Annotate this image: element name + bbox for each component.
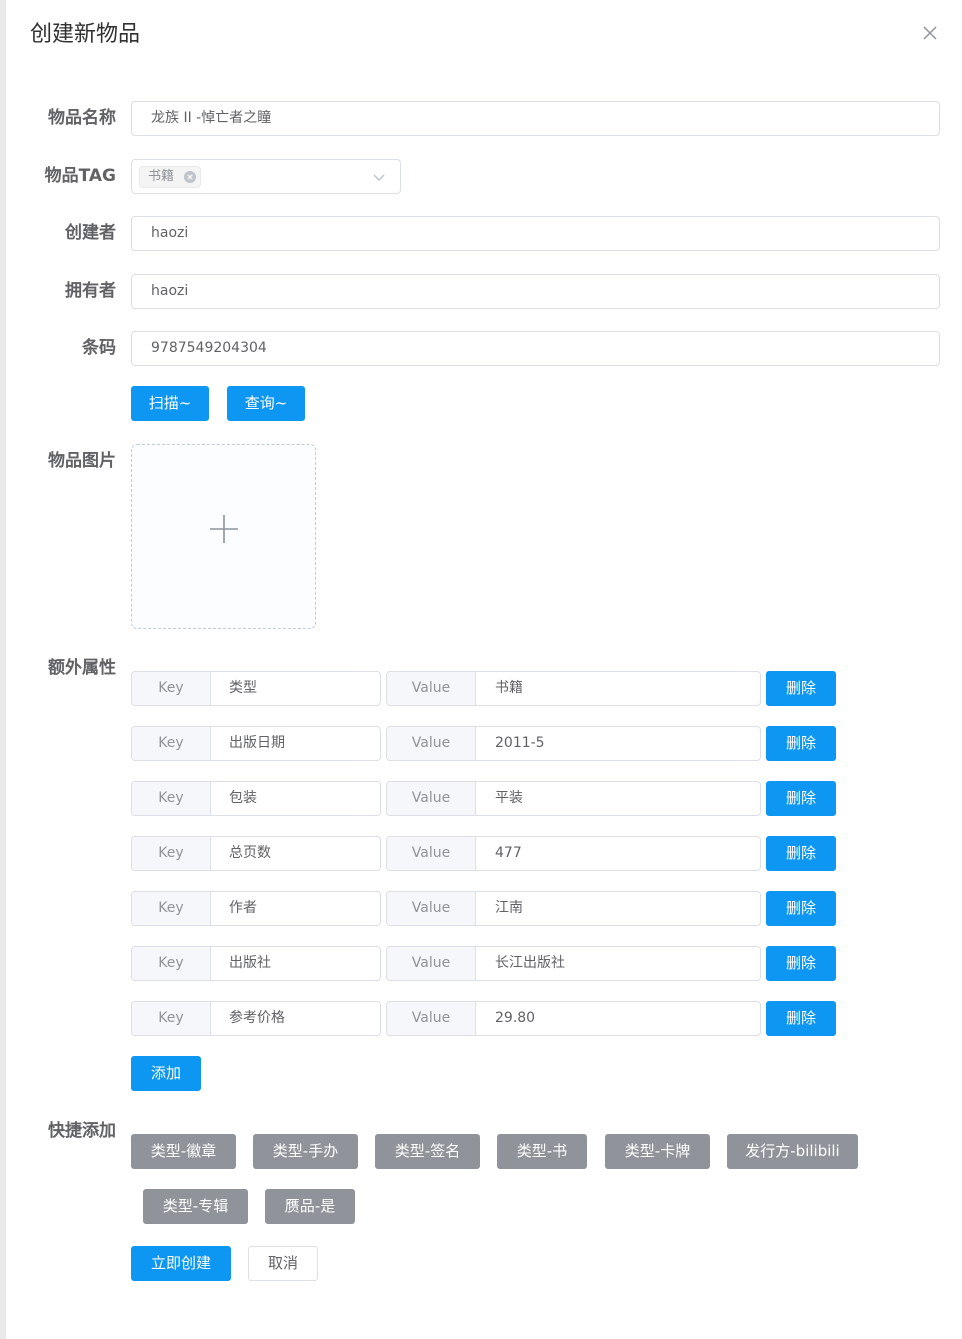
value-prefix: Value <box>387 1002 476 1035</box>
extra-value-input[interactable]: 2011-5 <box>495 727 545 760</box>
tag-chip-label: 书籍 <box>148 169 175 184</box>
extra-key-group[interactable]: Key 总页数 <box>131 836 381 871</box>
tag-select[interactable]: 书籍 <box>131 159 401 194</box>
cancel-button[interactable]: 取消 <box>248 1246 318 1281</box>
image-upload[interactable] <box>131 444 316 629</box>
value-prefix: Value <box>387 837 476 870</box>
delete-button[interactable]: 删除 <box>766 836 836 871</box>
tag-label: 物品TAG <box>44 166 116 186</box>
extra-value-input[interactable]: 江南 <box>495 892 523 925</box>
value-prefix: Value <box>387 727 476 760</box>
extra-key-input[interactable]: 作者 <box>229 892 257 925</box>
image-label: 物品图片 <box>48 451 116 471</box>
quick-add-button[interactable]: 类型-卡牌 <box>605 1134 710 1169</box>
extra-key-input[interactable]: 总页数 <box>229 837 271 870</box>
delete-button[interactable]: 删除 <box>766 946 836 981</box>
extra-key-input[interactable]: 类型 <box>229 672 257 705</box>
quick-add-button[interactable]: 发行方-bilibili <box>727 1134 858 1169</box>
key-prefix: Key <box>132 947 211 980</box>
delete-button[interactable]: 删除 <box>766 781 836 816</box>
extra-key-group[interactable]: Key 包装 <box>131 781 381 816</box>
plus-icon <box>210 515 238 543</box>
barcode-input[interactable]: 9787549204304 <box>131 331 940 366</box>
delete-button[interactable]: 删除 <box>766 891 836 926</box>
extra-key-group[interactable]: Key 出版日期 <box>131 726 381 761</box>
key-prefix: Key <box>132 672 211 705</box>
value-prefix: Value <box>387 672 476 705</box>
quick-add-button[interactable]: 类型-徽章 <box>131 1134 236 1169</box>
delete-button[interactable]: 删除 <box>766 1001 836 1036</box>
creator-label: 创建者 <box>65 223 116 243</box>
extra-key-input[interactable]: 出版社 <box>229 947 271 980</box>
value-prefix: Value <box>387 892 476 925</box>
creator-input[interactable]: haozi <box>131 216 940 251</box>
barcode-label: 条码 <box>82 338 116 358</box>
extra-key-group[interactable]: Key 出版社 <box>131 946 381 981</box>
scan-button[interactable]: 扫描~ <box>131 386 209 421</box>
extra-value-input[interactable]: 长江出版社 <box>495 947 565 980</box>
quick-add-button[interactable]: 类型-签名 <box>375 1134 480 1169</box>
key-prefix: Key <box>132 837 211 870</box>
extra-value-group[interactable]: Value 平装 <box>386 781 761 816</box>
key-prefix: Key <box>132 782 211 815</box>
name-input[interactable]: 龙族 II -悼亡者之瞳 <box>131 101 940 136</box>
extra-value-group[interactable]: Value 江南 <box>386 891 761 926</box>
owner-label: 拥有者 <box>65 281 116 301</box>
dialog-title: 创建新物品 <box>30 22 141 47</box>
extra-key-group[interactable]: Key 类型 <box>131 671 381 706</box>
key-prefix: Key <box>132 1002 211 1035</box>
extra-label: 额外属性 <box>48 658 116 678</box>
tag-remove-icon[interactable] <box>184 171 197 183</box>
quick-add-label: 快捷添加 <box>48 1121 116 1141</box>
extra-value-input[interactable]: 平装 <box>495 782 523 815</box>
quick-add-button[interactable]: 类型-书 <box>497 1134 587 1169</box>
value-prefix: Value <box>387 782 476 815</box>
extra-key-group[interactable]: Key 作者 <box>131 891 381 926</box>
quick-add-button[interactable]: 类型-手办 <box>253 1134 358 1169</box>
owner-input[interactable]: haozi <box>131 274 940 309</box>
extra-value-group[interactable]: Value 长江出版社 <box>386 946 761 981</box>
extra-key-input[interactable]: 出版日期 <box>229 727 285 760</box>
quick-add-button[interactable]: 类型-专辑 <box>143 1189 248 1224</box>
extra-value-input[interactable]: 书籍 <box>495 672 523 705</box>
delete-button[interactable]: 删除 <box>766 671 836 706</box>
extra-key-input[interactable]: 包装 <box>229 782 257 815</box>
extra-value-input[interactable]: 29.80 <box>495 1002 535 1035</box>
delete-button[interactable]: 删除 <box>766 726 836 761</box>
extra-value-group[interactable]: Value 477 <box>386 836 761 871</box>
key-prefix: Key <box>132 892 211 925</box>
key-prefix: Key <box>132 727 211 760</box>
extra-value-group[interactable]: Value 书籍 <box>386 671 761 706</box>
close-icon[interactable] <box>921 24 939 42</box>
name-label: 物品名称 <box>48 108 116 128</box>
extra-value-group[interactable]: Value 29.80 <box>386 1001 761 1036</box>
add-attribute-button[interactable]: 添加 <box>131 1056 201 1091</box>
extra-value-group[interactable]: Value 2011-5 <box>386 726 761 761</box>
extra-key-input[interactable]: 参考价格 <box>229 1002 285 1035</box>
extra-value-input[interactable]: 477 <box>495 837 522 870</box>
create-button[interactable]: 立即创建 <box>131 1246 231 1281</box>
value-prefix: Value <box>387 947 476 980</box>
tag-chip: 书籍 <box>139 166 202 188</box>
query-button[interactable]: 查询~ <box>227 386 305 421</box>
chevron-down-icon <box>373 174 385 182</box>
extra-key-group[interactable]: Key 参考价格 <box>131 1001 381 1036</box>
quick-add-button[interactable]: 赝品-是 <box>265 1189 355 1224</box>
